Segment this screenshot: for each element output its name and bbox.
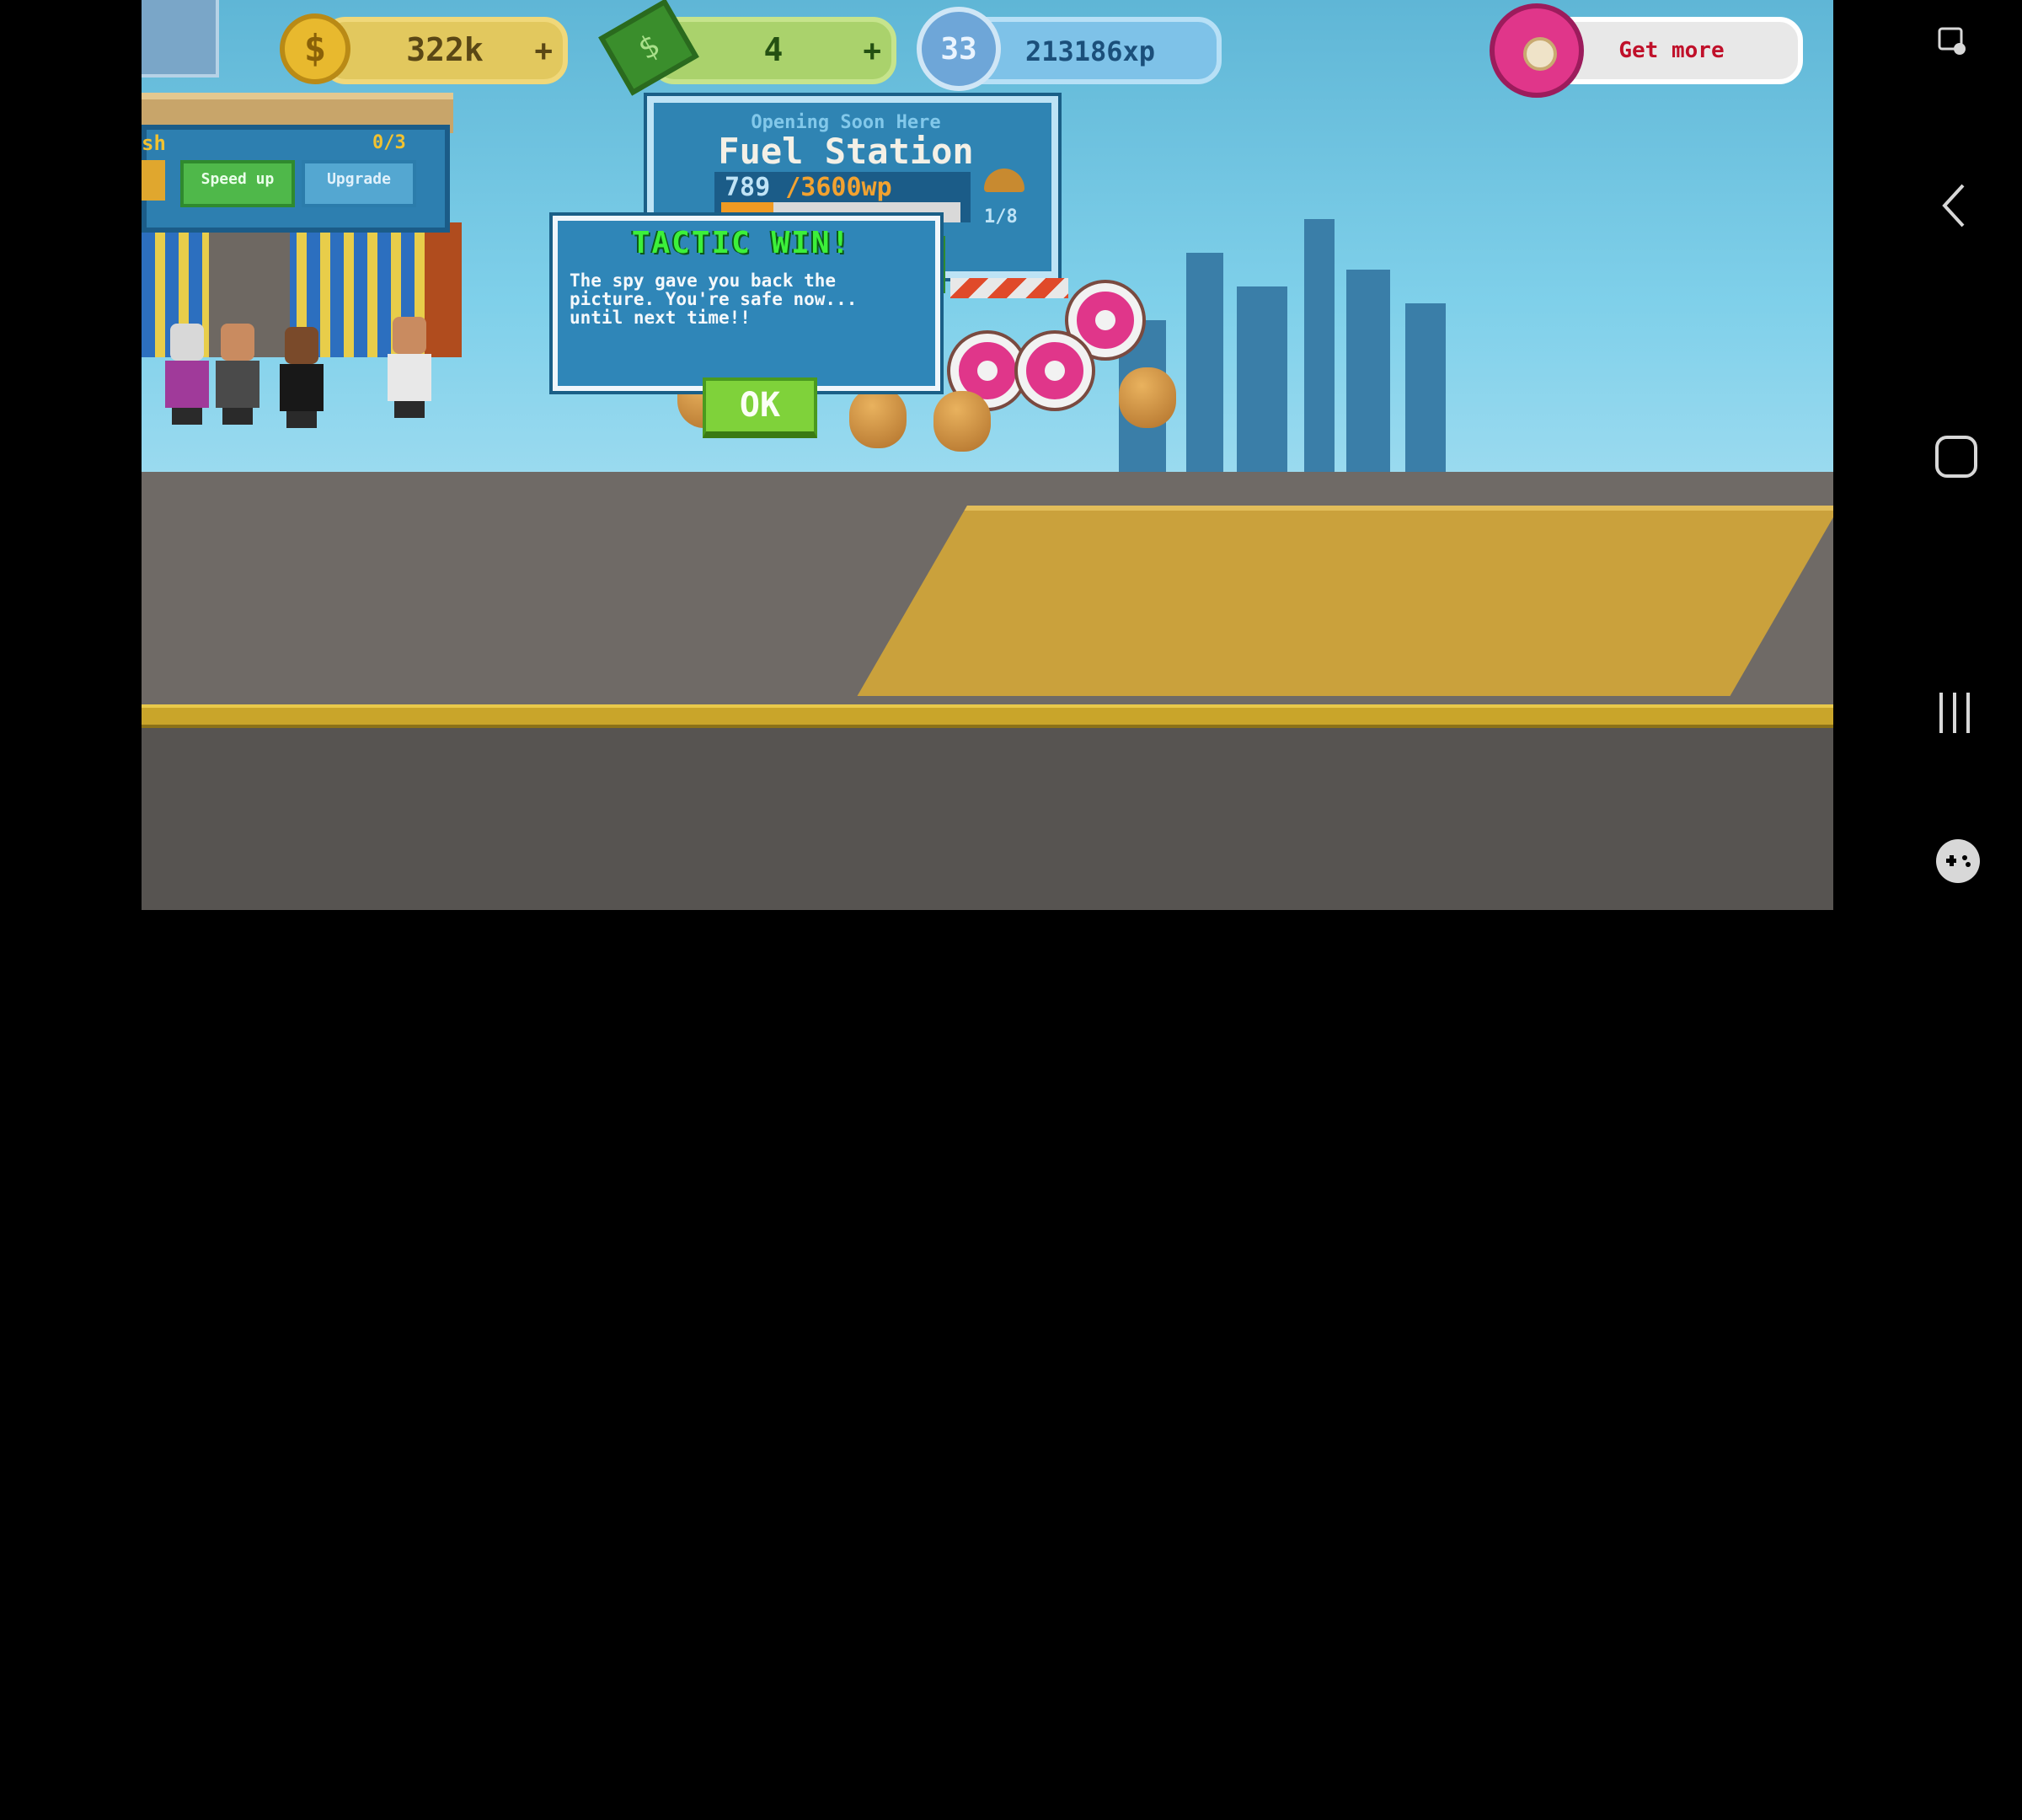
burger-enemy[interactable] xyxy=(933,391,991,452)
player-avatar[interactable] xyxy=(142,0,219,78)
screen-capture-icon[interactable] xyxy=(1936,25,1970,59)
coins-counter[interactable]: 322k + xyxy=(322,17,568,84)
fuel-station-subtitle: Opening Soon Here xyxy=(751,111,941,133)
collect-button[interactable] xyxy=(142,160,165,201)
recent-apps-icon[interactable] xyxy=(1936,691,1977,735)
speed-up-button[interactable]: Speed up xyxy=(180,160,295,207)
coin-icon: $ xyxy=(280,13,350,84)
dialog-title: TACTIC WIN! xyxy=(631,226,852,261)
burger-enemy[interactable] xyxy=(1119,367,1176,428)
car-wash-title: sh xyxy=(142,131,166,155)
system-navigation-bar xyxy=(1833,0,2022,910)
back-icon[interactable] xyxy=(1938,180,1971,231)
add-cash-button[interactable]: + xyxy=(863,33,881,68)
character[interactable] xyxy=(212,324,263,425)
coins-value: 322k xyxy=(406,32,484,69)
construction-lot[interactable] xyxy=(857,506,1840,696)
get-more-label: Get more xyxy=(1618,38,1725,63)
fuel-station-name: Fuel Station xyxy=(718,131,974,172)
level-badge[interactable]: 33 xyxy=(917,7,1001,91)
road-line xyxy=(142,704,1840,728)
donut-collectible[interactable] xyxy=(1018,334,1092,408)
character[interactable] xyxy=(384,317,435,418)
burger-enemy[interactable] xyxy=(849,388,907,448)
cash-value: 4 xyxy=(763,32,784,69)
workers-count: 0/3 xyxy=(372,131,406,153)
left-letterbox xyxy=(0,0,142,910)
xp-value: 213186xp xyxy=(1024,35,1156,67)
home-icon[interactable] xyxy=(1934,435,1978,479)
game-view[interactable]: sh 0/3 Speed up Upgrade Opening Soon Her… xyxy=(142,0,1840,1820)
fuel-station-count: 1/8 xyxy=(984,206,1018,228)
dialog-message: The spy gave you back the picture. You'r… xyxy=(570,271,858,329)
construction-barrier xyxy=(950,278,1068,298)
donut-icon xyxy=(1490,3,1584,98)
fuel-progress-text: 789 /3600wp xyxy=(725,172,892,202)
fuel-progress-current: 789 xyxy=(725,172,771,202)
character[interactable] xyxy=(276,327,327,428)
road xyxy=(142,725,1840,910)
upgrade-button[interactable]: Upgrade xyxy=(302,160,416,207)
ok-button[interactable]: OK xyxy=(703,377,817,438)
game-tools-icon[interactable] xyxy=(1934,838,1982,885)
fuel-progress-total: /3600wp xyxy=(785,172,892,202)
character[interactable] xyxy=(162,324,212,425)
city-skyline xyxy=(1119,219,1446,489)
add-coins-button[interactable]: + xyxy=(534,33,553,68)
